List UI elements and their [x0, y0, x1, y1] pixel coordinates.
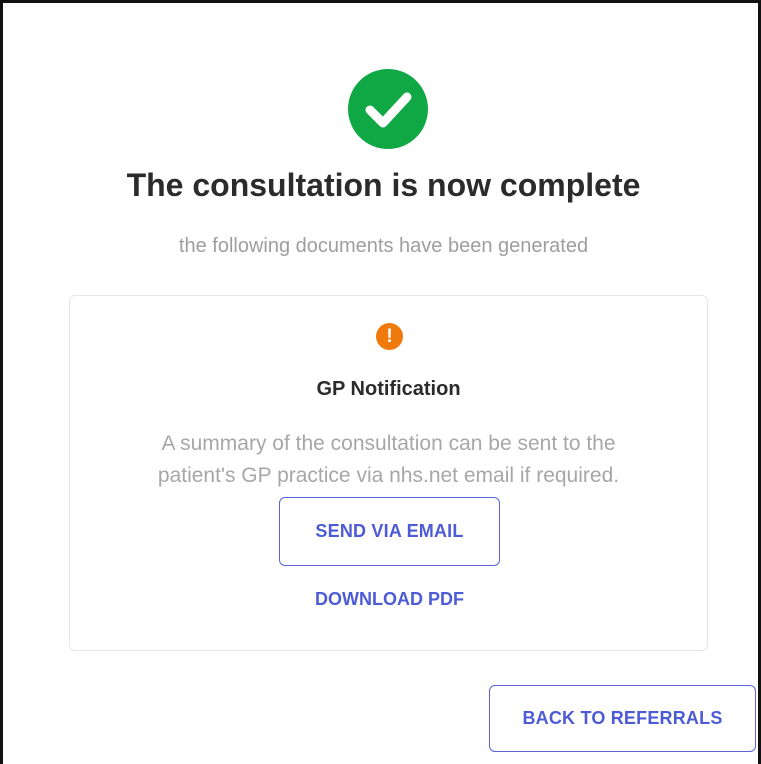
download-pdf-link[interactable]: DOWNLOAD PDF — [279, 589, 500, 610]
card-description-line-1: A summary of the consultation can be sen… — [161, 432, 616, 455]
card-description-line-2: patient's GP practice via nhs.net email … — [157, 464, 620, 487]
page-subtitle: the following documents have been genera… — [178, 235, 589, 257]
check-mark-icon — [365, 92, 412, 128]
exclamation-circle-icon: ! — [376, 323, 403, 350]
back-to-referrals-button[interactable]: BACK TO REFERRALS — [489, 685, 756, 752]
check-circle-icon — [348, 69, 428, 149]
page-frame: The consultation is now complete the fol… — [0, 0, 761, 764]
page-title: The consultation is now complete — [126, 167, 641, 203]
gp-notification-card: ! GP Notification A summary of the consu… — [69, 295, 708, 651]
card-description: A summary of the consultation can be sen… — [90, 428, 687, 492]
send-via-email-button[interactable]: SEND VIA EMAIL — [279, 497, 500, 566]
card-title: GP Notification — [316, 378, 461, 400]
